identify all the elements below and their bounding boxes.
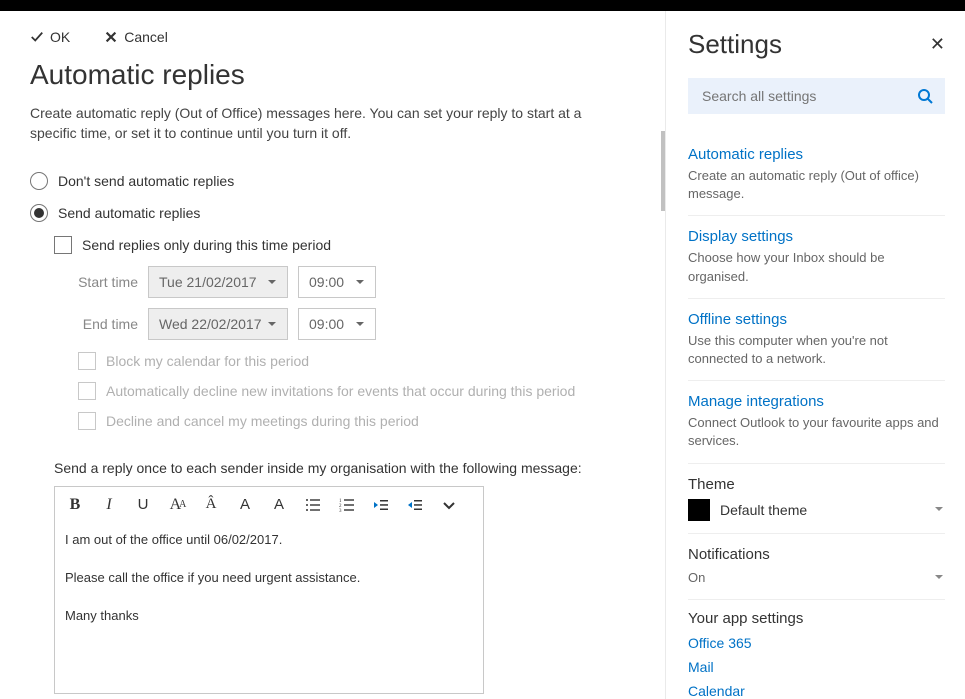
radio-icon [30,204,48,222]
indent-button[interactable] [405,495,425,515]
start-date-select[interactable]: Tue 21/02/2017 [148,266,288,298]
settings-title: Settings [688,29,782,60]
font-color-button[interactable]: A [269,495,289,515]
checkbox-auto-decline: Automatically decline new invitations fo… [78,382,635,400]
underline-button[interactable]: U [133,495,153,515]
chevron-down-icon [933,570,945,586]
font-family-button[interactable]: Â [201,495,221,515]
search-icon [917,88,933,104]
chevron-down-icon [355,319,365,329]
theme-value: Default theme [720,502,807,518]
setting-link[interactable]: Automatic replies [688,146,945,163]
app-settings-label: Your app settings [688,610,945,627]
font-size-button[interactable]: AA [167,495,187,515]
number-list-button[interactable]: 123 [337,495,357,515]
page-title: Automatic replies [30,59,635,91]
end-date-select[interactable]: Wed 22/02/2017 [148,308,288,340]
reply-editor: B I U AA Â A A 123 I am out of the offi… [54,486,484,694]
reply-message-label: Send a reply once to each sender inside … [54,460,635,476]
setting-offline-settings[interactable]: Offline settings Use this computer when … [688,299,945,381]
theme-swatch [688,499,710,521]
highlight-button[interactable]: A [235,495,255,515]
start-time-label: Start time [78,274,138,290]
checkbox-icon [78,352,96,370]
setting-description: Use this computer when you're not connec… [688,332,945,368]
reply-line: Please call the office if you need urgen… [65,569,473,587]
bold-button[interactable]: B [65,495,85,515]
radio-icon [30,172,48,190]
setting-manage-integrations[interactable]: Manage integrations Connect Outlook to y… [688,381,945,463]
reply-line: Many thanks [65,607,473,625]
checkbox-decline-cancel: Decline and cancel my meetings during th… [78,412,635,430]
cancel-button[interactable]: Cancel [104,29,168,45]
checkbox-block-calendar: Block my calendar for this period [78,352,635,370]
end-date-value: Wed 22/02/2017 [159,316,262,332]
search-input[interactable] [700,87,900,105]
checkbox-label: Send replies only during this time perio… [82,237,331,253]
close-icon [104,30,118,44]
setting-description: Connect Outlook to your favourite apps a… [688,414,945,450]
close-settings-button[interactable]: ✕ [930,34,945,55]
checkbox-label: Decline and cancel my meetings during th… [106,413,419,429]
checkbox-label: Automatically decline new invitations fo… [106,383,575,399]
more-formatting-button[interactable] [439,495,459,515]
checkbox-icon [78,382,96,400]
svg-text:3: 3 [339,509,342,513]
chevron-down-icon [267,319,277,329]
check-icon [30,30,44,44]
notifications-value: On [688,569,705,587]
checkbox-icon [54,236,72,254]
theme-label: Theme [688,476,945,493]
setting-link[interactable]: Display settings [688,228,945,245]
setting-display-settings[interactable]: Display settings Choose how your Inbox s… [688,216,945,298]
notifications-label: Notifications [688,546,945,563]
bullet-list-button[interactable] [303,495,323,515]
reply-line: I am out of the office until 06/02/2017. [65,531,473,549]
settings-search[interactable] [688,78,945,114]
app-link-mail[interactable]: Mail [688,659,945,675]
setting-link[interactable]: Manage integrations [688,393,945,410]
editor-toolbar: B I U AA Â A A 123 [55,487,483,523]
ok-button[interactable]: OK [30,29,70,45]
setting-description: Create an automatic reply (Out of office… [688,167,945,203]
checkbox-label: Block my calendar for this period [106,353,309,369]
settings-panel: Settings ✕ Automatic replies Create an a… [665,11,965,699]
italic-button[interactable]: I [99,495,119,515]
setting-description: Choose how your Inbox should be organise… [688,249,945,285]
start-time-select[interactable]: 09:00 [298,266,376,298]
chevron-down-icon [933,502,945,518]
window-top-bar [0,0,965,11]
checkbox-time-period[interactable]: Send replies only during this time perio… [54,236,635,254]
setting-automatic-replies[interactable]: Automatic replies Create an automatic re… [688,134,945,216]
setting-theme[interactable]: Theme Default theme [688,464,945,534]
setting-link[interactable]: Offline settings [688,311,945,328]
cancel-label: Cancel [124,29,168,45]
radio-label: Send automatic replies [58,205,200,221]
app-link-office365[interactable]: Office 365 [688,635,945,651]
app-link-calendar[interactable]: Calendar [688,683,945,699]
radio-send[interactable]: Send automatic replies [30,204,635,222]
radio-dont-send[interactable]: Don't send automatic replies [30,172,635,190]
chevron-down-icon [267,277,277,287]
outdent-button[interactable] [371,495,391,515]
editor-content[interactable]: I am out of the office until 06/02/2017.… [55,523,483,693]
end-time-label: End time [78,316,138,332]
setting-notifications[interactable]: Notifications On [688,534,945,600]
chevron-down-icon [355,277,365,287]
ok-label: OK [50,29,70,45]
radio-label: Don't send automatic replies [58,173,234,189]
end-time-value: 09:00 [309,316,344,332]
checkbox-icon [78,412,96,430]
start-time-value: 09:00 [309,274,344,290]
start-date-value: Tue 21/02/2017 [159,274,257,290]
page-description: Create automatic reply (Out of Office) m… [30,103,620,144]
scrollbar[interactable] [661,131,665,211]
end-time-select[interactable]: 09:00 [298,308,376,340]
